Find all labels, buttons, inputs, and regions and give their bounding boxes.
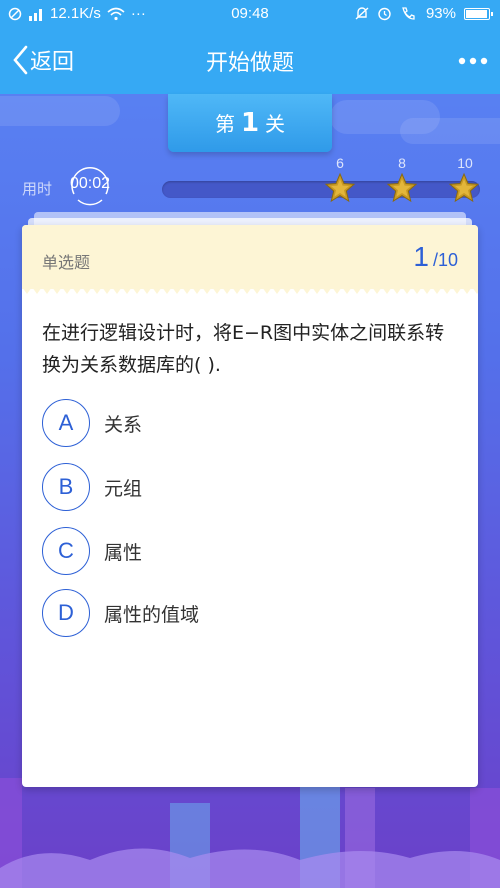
battery-percent: 93% — [425, 5, 456, 22]
cloud-decoration — [400, 118, 500, 144]
option-letter: D — [42, 589, 90, 637]
question-type: 单选题 — [42, 253, 91, 272]
question-text: 在进行逻辑设计时，将E−R图中实体之间联系转换为关系数据库的( ). — [42, 322, 445, 376]
milestone-label: 6 — [336, 155, 344, 171]
cloud-decoration — [0, 96, 120, 126]
option-text: 元组 — [104, 477, 143, 500]
option-letter: A — [42, 399, 90, 447]
option-letter: B — [42, 463, 90, 511]
timer-label: 用时 — [22, 180, 53, 198]
alarm-icon — [378, 7, 391, 21]
hd-call-icon — [402, 7, 415, 20]
option-a[interactable]: A 关系 — [42, 399, 142, 447]
option-letter: C — [42, 527, 90, 575]
option-b[interactable]: B 元组 — [42, 463, 142, 511]
progress-bar — [162, 181, 480, 198]
option-d[interactable]: D 属性的值域 — [42, 589, 199, 637]
question-card: 单选题 1/10 在进行逻辑设计时，将E−R图中实体之间联系转换为关系数据库的(… — [22, 225, 478, 787]
zigzag-edge — [22, 287, 478, 294]
star-icon — [386, 172, 418, 203]
milestone-label: 10 — [457, 155, 473, 171]
star-icon — [448, 172, 480, 203]
mute-bell-icon — [355, 7, 369, 20]
option-c[interactable]: C 属性 — [42, 527, 142, 575]
question-total: /10 — [432, 250, 458, 270]
option-text: 属性 — [104, 541, 143, 564]
option-text: 属性的值域 — [104, 603, 200, 626]
page-title: 开始做题 — [205, 51, 294, 76]
star-icon — [324, 172, 356, 203]
status-bar: 12.1K/s ··· 09:48 93% — [0, 0, 500, 28]
status-right: 93% — [355, 5, 493, 22]
more-menu-button[interactable] — [458, 48, 488, 68]
nav-bar: 返回 开始做题 — [0, 28, 500, 94]
more-dots-icon — [458, 57, 488, 65]
timer-value: 00:02 — [69, 175, 111, 192]
level-tab: 第1关 — [168, 94, 332, 152]
option-text: 关系 — [104, 413, 143, 436]
battery-icon — [464, 7, 493, 20]
milestone-label: 8 — [398, 155, 406, 171]
question-current: 1 — [413, 241, 429, 272]
question-card-header: 单选题 1/10 — [22, 225, 478, 294]
question-counter: 1/10 — [413, 241, 458, 273]
level-number: 1 — [240, 108, 260, 138]
level-suffix: 关 — [265, 112, 286, 136]
level-prefix: 第 — [214, 112, 235, 136]
